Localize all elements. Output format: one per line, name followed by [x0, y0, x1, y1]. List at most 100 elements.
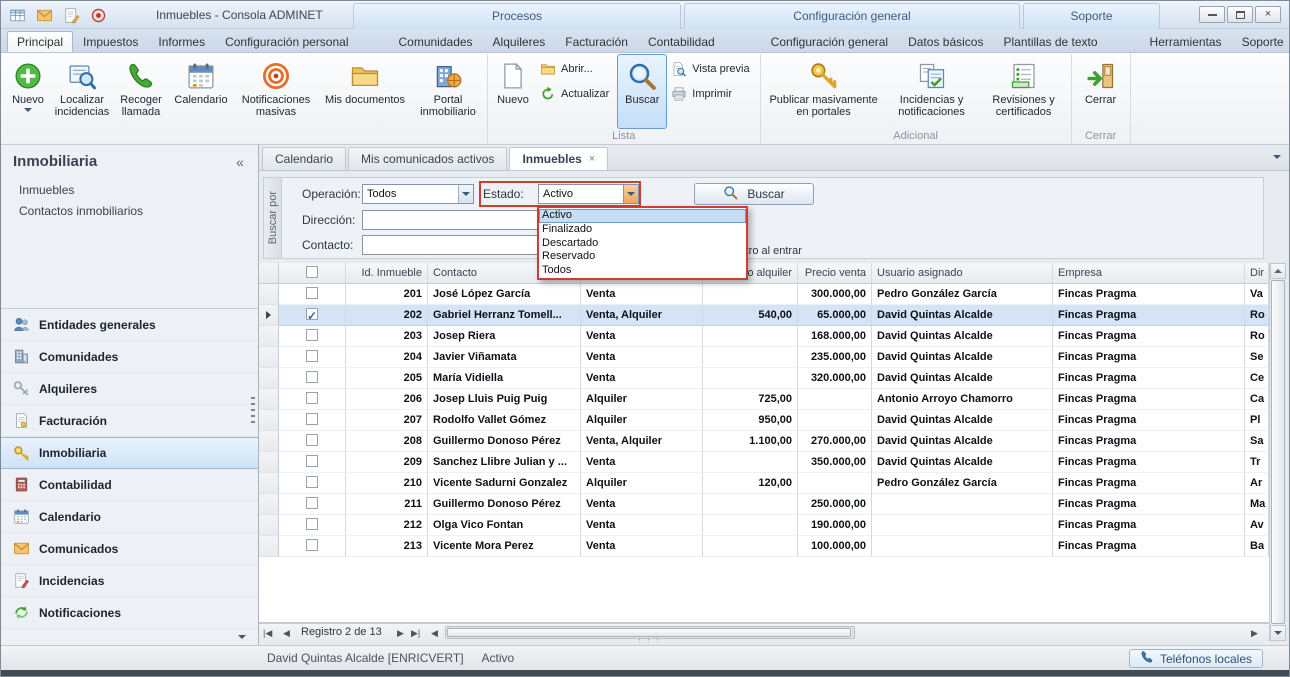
chevron-down-icon[interactable] [623, 185, 638, 203]
select-all-checkbox[interactable] [306, 266, 318, 278]
sidebar-item-contabilidad[interactable]: Contabilidad [1, 469, 258, 501]
vertical-scrollbar[interactable] [1269, 263, 1286, 641]
tab-list-dropdown-button[interactable] [1273, 155, 1281, 159]
dropdown-option-descartado[interactable]: Descartado [539, 237, 746, 251]
row-checkbox-cell[interactable] [279, 452, 346, 473]
chevron-down-icon[interactable] [458, 185, 473, 203]
sidebar-item-inmobiliaria[interactable]: Inmobiliaria [1, 437, 258, 469]
ribbon-tab-alquileres[interactable]: Alquileres [483, 31, 556, 52]
tab-calendario[interactable]: Calendario [262, 147, 346, 170]
row-checkbox[interactable] [306, 308, 318, 320]
table-row[interactable]: 211Guillermo Donoso PérezVenta250.000,00… [259, 494, 1269, 515]
horizontal-scrollbar-thumb[interactable]: ⋮⋮⋮ [447, 628, 851, 637]
table-row[interactable]: 203Josep RieraVenta168.000,00David Quint… [259, 326, 1269, 347]
tab-mis-comunicados-activos[interactable]: Mis comunicados activos [348, 147, 507, 170]
operation-select[interactable]: Todos [362, 184, 474, 204]
row-checkbox-cell[interactable] [279, 389, 346, 410]
cerrar-button[interactable]: Cerrar [1074, 54, 1128, 129]
row-checkbox[interactable] [306, 497, 318, 509]
prev-record-button[interactable]: ◀ [283, 627, 290, 639]
column-header-check[interactable] [279, 263, 346, 284]
row-checkbox[interactable] [306, 518, 318, 530]
sidebar-item-calendario[interactable]: Calendario [1, 501, 258, 533]
vista-previa-button[interactable]: Vista previa [667, 60, 757, 78]
table-row[interactable]: 202Gabriel Herranz Tomell...Venta, Alqui… [259, 305, 1269, 326]
sidebar-item-comunidades[interactable]: Comunidades [1, 341, 258, 373]
ribbon-tab-contabilidad[interactable]: Contabilidad [638, 31, 725, 52]
nuevo-button[interactable]: Nuevo [5, 54, 51, 129]
column-header-usuario[interactable]: Usuario asignado [872, 263, 1053, 284]
ribbon-tab-impuestos[interactable]: Impuestos [73, 31, 148, 52]
vertical-scrollbar-thumb[interactable] [1271, 280, 1285, 624]
row-checkbox-cell[interactable] [279, 368, 346, 389]
sidebar-item-notificaciones[interactable]: Notificaciones [1, 597, 258, 629]
sidebar-item-entidades-generales[interactable]: Entidades generales [1, 309, 258, 341]
row-checkbox[interactable] [306, 476, 318, 488]
dropdown-option-activo[interactable]: Activo [539, 209, 746, 223]
ribbon-tab-datos-basicos[interactable]: Datos básicos [898, 31, 993, 52]
imprimir-button[interactable]: Imprimir [667, 85, 757, 103]
row-checkbox-cell[interactable] [279, 536, 346, 557]
revisiones-y-certificados-button[interactable]: Revisiones y certificados [979, 54, 1069, 129]
column-header-dir[interactable]: Dir [1245, 263, 1269, 284]
collapse-sidebar-button[interactable]: « [230, 154, 250, 170]
calendario-button[interactable]: Calendario [169, 54, 233, 129]
row-checkbox-cell[interactable] [279, 494, 346, 515]
sidebar-link-inmuebles[interactable]: Inmuebles [19, 180, 258, 201]
table-row[interactable]: 209Sanchez Llibre Julian y ...Venta350.0… [259, 452, 1269, 473]
last-record-button[interactable]: ▶| [411, 627, 420, 639]
sidebar-item-incidencias[interactable]: Incidencias [1, 565, 258, 597]
close-button[interactable]: × [1255, 6, 1281, 23]
scroll-right-button[interactable]: ▶ [1251, 627, 1258, 639]
row-checkbox[interactable] [306, 539, 318, 551]
table-row[interactable]: 208Guillermo Donoso PérezVenta, Alquiler… [259, 431, 1269, 452]
nuevo-button[interactable]: Nuevo [490, 54, 536, 129]
horizontal-scrollbar[interactable]: ⋮⋮⋮ [445, 626, 855, 639]
publicar-masivamente-en-portales-button[interactable]: Publicar masivamente en portales [763, 54, 885, 129]
ribbon-tab-configuracion-personal[interactable]: Configuración personal [215, 31, 358, 52]
row-checkbox-cell[interactable] [279, 473, 346, 494]
localizar-incidencias-button[interactable]: Localizar incidencias [51, 54, 113, 129]
sidebar-item-comunicados[interactable]: Comunicados [1, 533, 258, 565]
table-row[interactable]: 210Vicente Sadurni GonzalezAlquiler120,0… [259, 473, 1269, 494]
ribbon-tab-informes[interactable]: Informes [148, 31, 215, 52]
ribbon-tab-comunidades[interactable]: Comunidades [389, 31, 483, 52]
sidebar-item-alquileres[interactable]: Alquileres [1, 373, 258, 405]
row-checkbox-cell[interactable] [279, 347, 346, 368]
tab-inmuebles[interactable]: Inmuebles× [509, 147, 608, 170]
dropdown-option-finalizado[interactable]: Finalizado [539, 223, 746, 237]
column-header-empresa[interactable]: Empresa [1053, 263, 1245, 284]
datasheet-button[interactable] [7, 5, 27, 25]
search-button[interactable]: Buscar [694, 183, 814, 205]
notes-button[interactable] [61, 5, 81, 25]
sidebar-splitter[interactable] [251, 397, 255, 423]
row-checkbox[interactable] [306, 287, 318, 299]
table-row[interactable]: 201José López GarcíaVenta300.000,00Pedro… [259, 284, 1269, 305]
notificaciones-masivas-button[interactable]: Notificaciones masivas [233, 54, 319, 129]
row-checkbox-cell[interactable] [279, 410, 346, 431]
ribbon-tab-herramientas[interactable]: Herramientas [1140, 31, 1232, 52]
table-row[interactable]: 213Vicente Mora PerezVenta100.000,00Finc… [259, 536, 1269, 557]
record-button[interactable] [88, 5, 108, 25]
dropdown-option-todos[interactable]: Todos [539, 264, 746, 278]
portal-inmobiliario-button[interactable]: Portal inmobiliario [411, 54, 485, 129]
table-row[interactable]: 207Rodolfo Vallet GómezAlquiler950,00Dav… [259, 410, 1269, 431]
local-phones-button[interactable]: Teléfonos locales [1129, 649, 1263, 668]
table-row[interactable]: 212Olga Vico FontanVenta190.000,00Fincas… [259, 515, 1269, 536]
buscar-button[interactable]: Buscar [617, 54, 667, 129]
mail-button[interactable] [34, 5, 54, 25]
incidencias-y-notificaciones-button[interactable]: Incidencias y notificaciones [885, 54, 979, 129]
row-checkbox[interactable] [306, 350, 318, 362]
row-checkbox[interactable] [306, 392, 318, 404]
ribbon-tab-principal[interactable]: Principal [7, 31, 73, 52]
scroll-up-button[interactable] [1270, 263, 1286, 279]
next-record-button[interactable]: ▶ [397, 627, 404, 639]
maximize-button[interactable] [1227, 6, 1253, 23]
abrir-button[interactable]: Abrir... [536, 60, 617, 78]
row-checkbox-cell[interactable] [279, 326, 346, 347]
table-row[interactable]: 206Josep Lluis Puig PuigAlquiler725,00An… [259, 389, 1269, 410]
actualizar-button[interactable]: Actualizar [536, 85, 617, 103]
sidebar-overflow-button[interactable] [238, 635, 246, 639]
dropdown-option-reservado[interactable]: Reservado [539, 250, 746, 264]
ribbon-tab-plantillas-de-texto[interactable]: Plantillas de texto [993, 31, 1107, 52]
